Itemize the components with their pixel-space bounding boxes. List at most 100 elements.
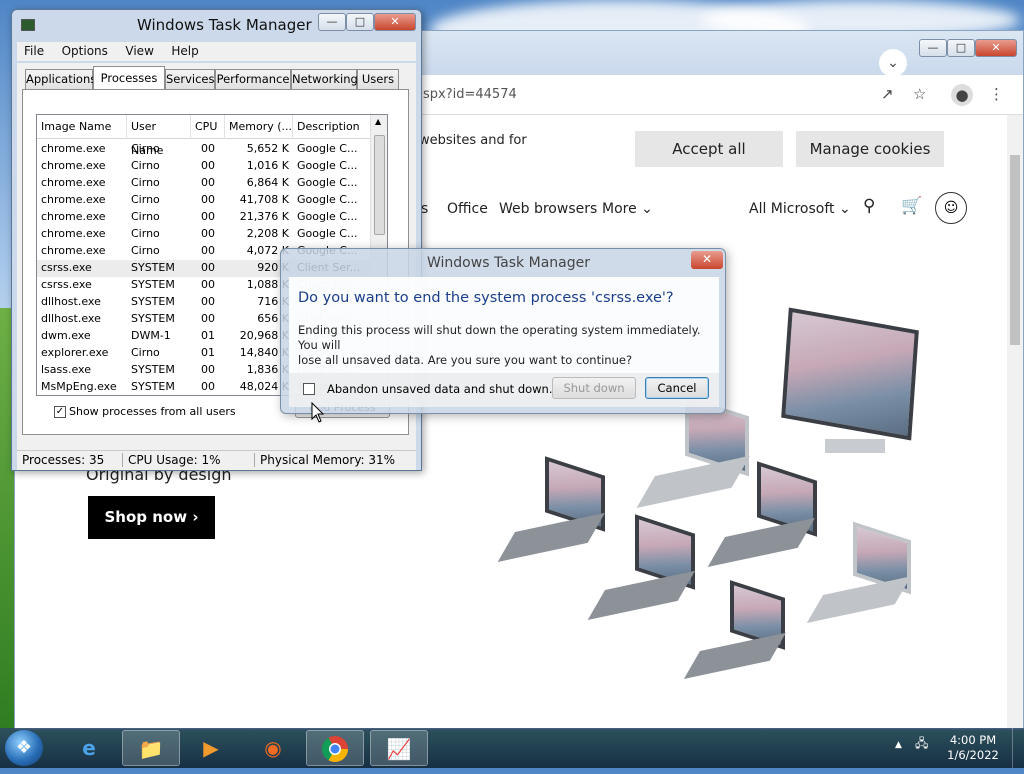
table-row[interactable]: chrome.exe Cirno 00 6,864 K Google C... xyxy=(37,175,371,192)
task-manager-icon[interactable]: 📈 xyxy=(370,730,428,766)
tab-search-button[interactable]: ⌄ xyxy=(879,49,907,77)
table-cell: Google C... xyxy=(297,193,358,206)
show-hidden-icons[interactable]: ▲ xyxy=(895,740,902,750)
maximize-button[interactable]: □ xyxy=(947,39,975,57)
status-bar: Processes: 35 CPU Usage: 1% Physical Mem… xyxy=(17,450,416,470)
menu-file[interactable]: File xyxy=(17,42,51,60)
nav-item[interactable]: s xyxy=(421,201,428,217)
table-cell: SYSTEM xyxy=(131,312,175,325)
menu-options[interactable]: Options xyxy=(55,42,115,60)
status-processes: Processes: 35 xyxy=(22,453,105,467)
scroll-up-icon[interactable]: ▲ xyxy=(375,117,381,126)
minimize-button[interactable]: — xyxy=(919,39,947,57)
abandon-data-checkbox[interactable] xyxy=(303,383,315,395)
tab-applications[interactable]: Applications xyxy=(25,69,96,89)
media-player-icon[interactable]: ▶ xyxy=(182,730,240,766)
table-cell: chrome.exe xyxy=(41,244,106,257)
bookmark-star-icon[interactable]: ☆ xyxy=(913,85,926,103)
cancel-button[interactable]: Cancel xyxy=(645,377,709,399)
column-user-name[interactable]: User Name xyxy=(127,115,191,157)
page-scrollbar[interactable] xyxy=(1007,115,1023,729)
menu-bar: File Options View Help xyxy=(17,42,416,61)
dialog-close-button[interactable]: ✕ xyxy=(691,251,723,269)
chrome-icon[interactable] xyxy=(306,730,364,766)
share-icon[interactable]: ↗ xyxy=(881,85,894,103)
table-row[interactable]: chrome.exe Cirno 00 2,208 K Google C... xyxy=(37,226,371,243)
abandon-data-label: Abandon unsaved data and shut down. xyxy=(327,382,553,396)
cart-icon[interactable]: 🛒 xyxy=(901,196,922,216)
search-icon[interactable]: ⚲ xyxy=(863,196,875,216)
table-row[interactable]: chrome.exe Cirno 00 1,016 K Google C... xyxy=(37,158,371,175)
column-image-name[interactable]: Image Name xyxy=(37,115,127,139)
sign-in-avatar[interactable]: ☺ xyxy=(935,192,967,224)
table-cell: 00 xyxy=(201,261,215,274)
page-scrollbar-thumb[interactable] xyxy=(1010,155,1020,345)
table-cell: 00 xyxy=(201,363,215,376)
column-description[interactable]: Description xyxy=(293,115,371,139)
table-row[interactable]: chrome.exe Cirno 00 5,652 K Google C... xyxy=(37,141,371,158)
table-cell: Cirno xyxy=(131,193,160,206)
table-cell: 00 xyxy=(201,278,215,291)
file-explorer-icon[interactable]: 📁 xyxy=(122,730,180,766)
all-microsoft-menu[interactable]: All Microsoft ⌄ xyxy=(749,201,851,217)
dialog-footer: Abandon unsaved data and shut down. Shut… xyxy=(289,373,719,407)
table-cell: SYSTEM xyxy=(131,380,175,393)
table-cell: explorer.exe xyxy=(41,346,109,359)
tab-services[interactable]: Services xyxy=(165,69,215,89)
table-cell: chrome.exe xyxy=(41,159,106,172)
profile-icon[interactable]: ● xyxy=(951,84,973,106)
tab-networking[interactable]: Networking xyxy=(291,69,358,89)
nav-item-more[interactable]: More ⌄ xyxy=(602,201,653,217)
laptop xyxy=(683,580,810,699)
table-cell: Google C... xyxy=(297,176,358,189)
table-cell: SYSTEM xyxy=(131,295,175,308)
system-clock[interactable]: 4:00 PM 1/6/2022 xyxy=(940,733,1006,763)
internet-explorer-icon[interactable]: e xyxy=(60,730,118,766)
table-row[interactable]: chrome.exe Cirno 00 41,708 K Google C... xyxy=(37,192,371,209)
table-row[interactable]: chrome.exe Cirno 00 21,376 K Google C... xyxy=(37,209,371,226)
show-desktop-button[interactable] xyxy=(1012,728,1024,768)
close-button[interactable]: ✕ xyxy=(374,13,416,31)
maximize-button[interactable]: □ xyxy=(346,13,374,31)
accept-all-button[interactable]: Accept all xyxy=(635,131,783,167)
laptop xyxy=(806,521,933,641)
table-cell: csrss.exe xyxy=(41,278,92,291)
nav-item-office[interactable]: Office xyxy=(447,201,488,217)
task-manager-title: Windows Task Manager xyxy=(137,16,312,34)
firefox-icon[interactable]: ◉ xyxy=(244,730,302,766)
all-microsoft-label: All Microsoft xyxy=(749,201,835,217)
close-button[interactable]: ✕ xyxy=(975,39,1017,57)
table-cell: chrome.exe xyxy=(41,193,106,206)
table-cell: Cirno xyxy=(131,210,160,223)
menu-help[interactable]: Help xyxy=(164,42,205,60)
table-cell: 00 xyxy=(201,142,215,155)
table-cell: Cirno xyxy=(131,159,160,172)
tab-performance[interactable]: Performance xyxy=(215,69,291,89)
kebab-menu-icon[interactable]: ⋮ xyxy=(989,85,1004,103)
column-cpu[interactable]: CPU xyxy=(191,115,225,139)
menu-view[interactable]: View xyxy=(118,42,160,60)
manage-cookies-button[interactable]: Manage cookies xyxy=(796,131,944,167)
process-list-scroll-thumb[interactable] xyxy=(374,135,385,235)
table-cell: chrome.exe xyxy=(41,210,106,223)
table-cell: MsMpEng.exe xyxy=(41,380,117,393)
clock-date: 1/6/2022 xyxy=(947,748,999,762)
dialog-main-instruction: Do you want to end the system process 'c… xyxy=(298,290,674,306)
end-process-dialog: Windows Task Manager ✕ Do you want to en… xyxy=(280,248,726,414)
laptop xyxy=(587,514,715,634)
table-cell: 00 xyxy=(201,244,215,257)
network-icon[interactable]: 🖧 xyxy=(915,734,928,755)
column-memory[interactable]: Memory (... xyxy=(225,115,293,139)
shop-now-button[interactable]: Shop now › xyxy=(88,496,215,539)
tab-processes[interactable]: Processes xyxy=(93,66,165,90)
table-cell: 6,864 K xyxy=(246,176,289,189)
chevron-down-icon: ⌄ xyxy=(641,201,653,217)
minimize-button[interactable]: — xyxy=(318,13,346,31)
show-all-users-checkbox[interactable]: ✓ xyxy=(54,406,66,418)
url-text[interactable]: spx?id=44574 xyxy=(423,87,517,102)
tab-users[interactable]: Users xyxy=(357,69,399,89)
shut-down-button[interactable]: Shut down xyxy=(552,377,636,399)
nav-item-web-browsers[interactable]: Web browsers xyxy=(499,201,597,217)
start-button[interactable]: ❖ xyxy=(5,730,43,766)
table-cell: 21,376 K xyxy=(239,210,289,223)
